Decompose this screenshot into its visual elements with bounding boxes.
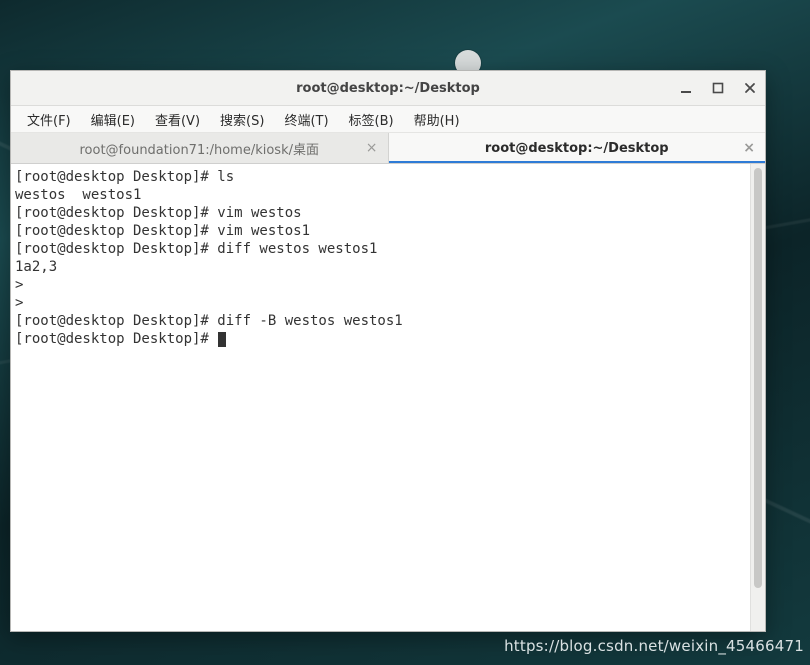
tab-2[interactable]: root@desktop:~/Desktop × <box>389 133 766 163</box>
menu-search[interactable]: 搜索(S) <box>210 108 274 131</box>
menubar: 文件(F) 编辑(E) 查看(V) 搜索(S) 终端(T) 标签(B) 帮助(H… <box>11 106 765 133</box>
terminal-line: [root@desktop Desktop]# <box>15 330 746 348</box>
tab-2-close-icon[interactable]: × <box>743 141 755 155</box>
terminal-line: > <box>15 276 746 294</box>
tab-1-label: root@foundation71:/home/kiosk/桌面 <box>79 139 319 158</box>
maximize-button[interactable] <box>709 79 727 97</box>
menu-edit[interactable]: 编辑(E) <box>81 108 145 131</box>
terminal-line: westos westos1 <box>15 186 746 204</box>
desktop-wallpaper: root@desktop:~/Desktop 文件(F) 编辑(E) 查看(V)… <box>0 0 810 665</box>
tab-1[interactable]: root@foundation71:/home/kiosk/桌面 × <box>11 133 389 163</box>
terminal-line: [root@desktop Desktop]# ls <box>15 168 746 186</box>
terminal-line: [root@desktop Desktop]# diff westos west… <box>15 240 746 258</box>
terminal-line: 1a2,3 <box>15 258 746 276</box>
menu-file[interactable]: 文件(F) <box>17 108 81 131</box>
menu-tabs[interactable]: 标签(B) <box>339 108 404 131</box>
terminal-line: [root@desktop Desktop]# vim westos <box>15 204 746 222</box>
terminal-scrollbar[interactable] <box>750 164 765 631</box>
terminal-line: [root@desktop Desktop]# diff -B westos w… <box>15 312 746 330</box>
terminal-output[interactable]: [root@desktop Desktop]# lswestos westos1… <box>11 164 750 631</box>
terminal-window: root@desktop:~/Desktop 文件(F) 编辑(E) 查看(V)… <box>10 70 766 632</box>
terminal-body: [root@desktop Desktop]# lswestos westos1… <box>11 164 765 631</box>
window-controls <box>677 71 759 105</box>
window-titlebar[interactable]: root@desktop:~/Desktop <box>11 71 765 106</box>
scrollbar-thumb[interactable] <box>754 168 762 588</box>
attribution-text: https://blog.csdn.net/weixin_45466471 <box>504 637 804 655</box>
menu-view[interactable]: 查看(V) <box>145 108 210 131</box>
menu-help[interactable]: 帮助(H) <box>404 108 470 131</box>
terminal-tabbar: root@foundation71:/home/kiosk/桌面 × root@… <box>11 133 765 164</box>
menu-terminal[interactable]: 终端(T) <box>274 108 338 131</box>
minimize-button[interactable] <box>677 79 695 97</box>
tab-1-close-icon[interactable]: × <box>366 141 378 155</box>
terminal-line: > <box>15 294 746 312</box>
terminal-cursor <box>218 332 226 347</box>
close-button[interactable] <box>741 79 759 97</box>
tab-2-label: root@desktop:~/Desktop <box>485 141 669 156</box>
window-title: root@desktop:~/Desktop <box>296 81 480 96</box>
terminal-line: [root@desktop Desktop]# vim westos1 <box>15 222 746 240</box>
